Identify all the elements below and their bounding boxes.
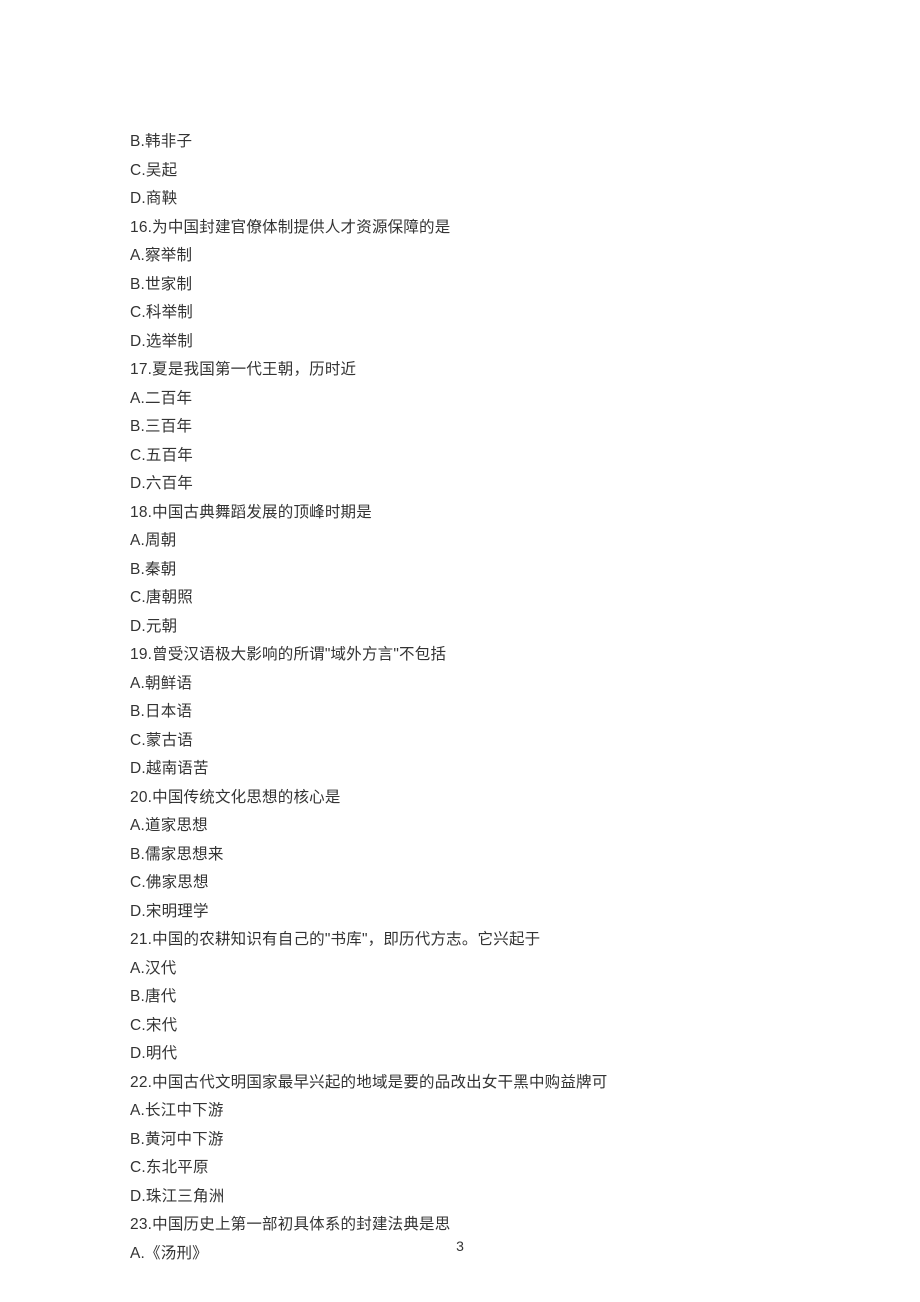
text-line: C.吴起 bbox=[130, 157, 790, 186]
text-line: B.儒家思想来 bbox=[130, 841, 790, 870]
text-line: C.唐朝照 bbox=[130, 584, 790, 613]
text-line: D.元朝 bbox=[130, 613, 790, 642]
text-line: A.朝鲜语 bbox=[130, 670, 790, 699]
text-line: C.蒙古语 bbox=[130, 727, 790, 756]
text-line: A.周朝 bbox=[130, 527, 790, 556]
text-line: B.三百年 bbox=[130, 413, 790, 442]
text-line: C.佛家思想 bbox=[130, 869, 790, 898]
text-line: 23.中国历史上第一部初具体系的封建法典是思 bbox=[130, 1211, 790, 1240]
text-line: D.明代 bbox=[130, 1040, 790, 1069]
text-line: D.越南语苦 bbox=[130, 755, 790, 784]
text-line: B.日本语 bbox=[130, 698, 790, 727]
text-line: D.六百年 bbox=[130, 470, 790, 499]
text-line: 22.中国古代文明国家最早兴起的地域是要的品改出女干黑中购益牌可 bbox=[130, 1069, 790, 1098]
text-line: B.唐代 bbox=[130, 983, 790, 1012]
text-line: A.汉代 bbox=[130, 955, 790, 984]
page-number: 3 bbox=[0, 1238, 920, 1254]
text-line: D.商鞅 bbox=[130, 185, 790, 214]
text-line: 20.中国传统文化思想的核心是 bbox=[130, 784, 790, 813]
text-line: 16.为中国封建官僚体制提供人才资源保障的是 bbox=[130, 214, 790, 243]
text-line: B.黄河中下游 bbox=[130, 1126, 790, 1155]
text-line: 21.中国的农耕知识有自己的"书库"，即历代方志。它兴起于 bbox=[130, 926, 790, 955]
text-line: D.珠江三角洲 bbox=[130, 1183, 790, 1212]
text-line: A.道家思想 bbox=[130, 812, 790, 841]
text-line: B.世家制 bbox=[130, 271, 790, 300]
text-line: C.宋代 bbox=[130, 1012, 790, 1041]
text-line: 17.夏是我国第一代王朝，历时近 bbox=[130, 356, 790, 385]
text-line: B.秦朝 bbox=[130, 556, 790, 585]
text-line: 18.中国古典舞蹈发展的顶峰时期是 bbox=[130, 499, 790, 528]
document-body: B.韩非子C.吴起D.商鞅16.为中国封建官僚体制提供人才资源保障的是A.察举制… bbox=[130, 128, 790, 1268]
text-line: D.宋明理学 bbox=[130, 898, 790, 927]
text-line: C.五百年 bbox=[130, 442, 790, 471]
text-line: A.长江中下游 bbox=[130, 1097, 790, 1126]
text-line: B.韩非子 bbox=[130, 128, 790, 157]
text-line: 19.曾受汉语极大影响的所谓"域外方言"不包括 bbox=[130, 641, 790, 670]
text-line: A.察举制 bbox=[130, 242, 790, 271]
document-page: B.韩非子C.吴起D.商鞅16.为中国封建官僚体制提供人才资源保障的是A.察举制… bbox=[0, 0, 920, 1302]
text-line: C.东北平原 bbox=[130, 1154, 790, 1183]
text-line: C.科举制 bbox=[130, 299, 790, 328]
text-line: A.二百年 bbox=[130, 385, 790, 414]
text-line: D.选举制 bbox=[130, 328, 790, 357]
